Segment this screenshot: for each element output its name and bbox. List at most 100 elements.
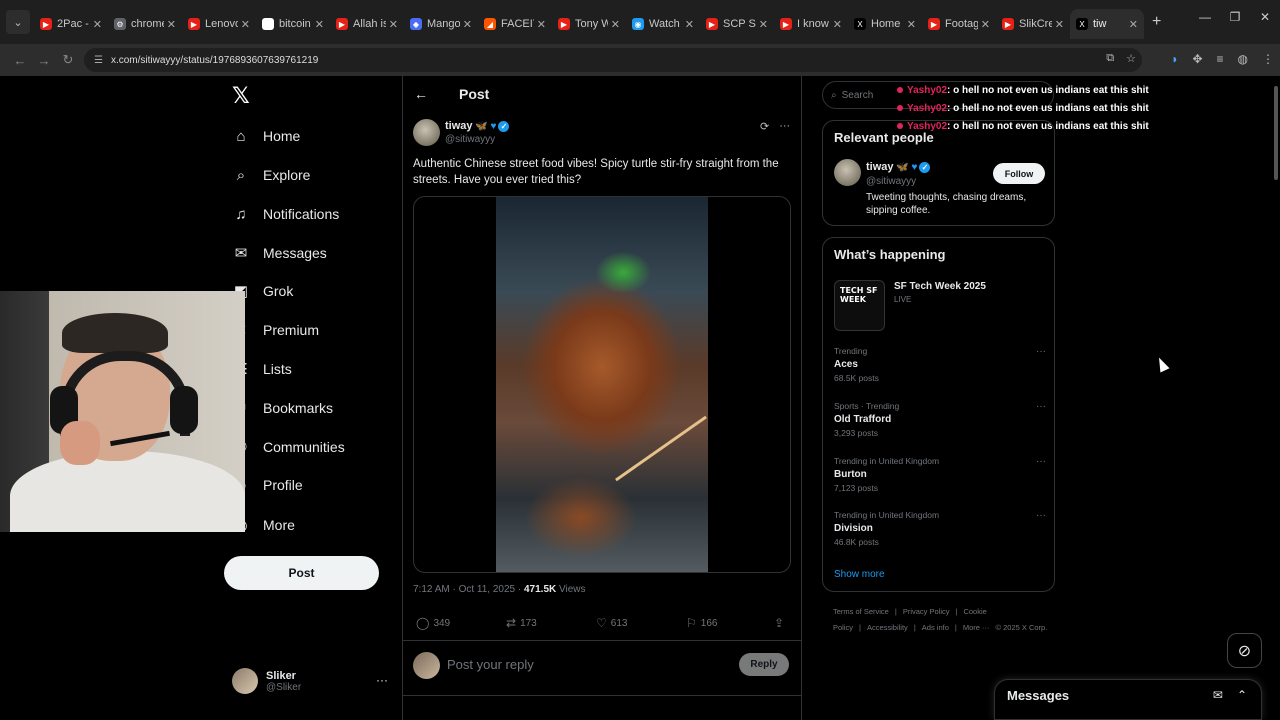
tab-close-icon[interactable]: ✕ bbox=[907, 18, 916, 31]
relevant-handle[interactable]: @sitiwayyy bbox=[866, 176, 916, 187]
footer-link[interactable]: Terms of Service bbox=[833, 607, 889, 616]
grok-explain-icon[interactable]: ⟳ bbox=[760, 120, 769, 133]
back-arrow-icon[interactable]: ← bbox=[414, 86, 428, 102]
bookmark-action[interactable]: ⚐ 166 bbox=[686, 616, 717, 630]
new-tab-button[interactable]: + bbox=[1152, 13, 1161, 31]
relevant-avatar[interactable] bbox=[834, 159, 861, 186]
trend-item[interactable]: Trending in United Kingdom Division 46.8K … bbox=[834, 510, 1046, 547]
tab-close-icon[interactable]: ✕ bbox=[389, 18, 398, 31]
trend-more-icon[interactable]: ··· bbox=[1036, 401, 1046, 412]
menu-icon[interactable]: ⋮ bbox=[1262, 52, 1274, 66]
account-more-icon[interactable]: ··· bbox=[376, 673, 388, 687]
browser-tab[interactable]: ▶ 2Pac - ✕ bbox=[34, 9, 108, 39]
footer-link[interactable]: Ads info bbox=[922, 623, 949, 632]
nav-item-premium[interactable]: ✕Premium bbox=[232, 321, 319, 339]
footer-link[interactable]: More ··· bbox=[963, 623, 990, 632]
tab-close-icon[interactable]: ✕ bbox=[241, 18, 250, 31]
like-action[interactable]: ♡ 613 bbox=[596, 616, 627, 630]
browser-tab[interactable]: X Home ✕ bbox=[848, 9, 922, 39]
trend-item[interactable]: Sports · Trending Old Trafford 3,293 posts… bbox=[834, 401, 1046, 438]
tab-close-icon[interactable]: ✕ bbox=[1055, 18, 1064, 31]
repost-action[interactable]: ⇄ 173 bbox=[506, 616, 537, 630]
expand-icon[interactable]: ⌃ bbox=[1237, 688, 1247, 702]
food-video[interactable] bbox=[496, 197, 708, 572]
trend-more-icon[interactable]: ··· bbox=[1036, 510, 1046, 521]
tab-close-icon[interactable]: ✕ bbox=[611, 18, 620, 31]
footer-link[interactable]: Privacy Policy bbox=[903, 607, 950, 616]
trend-item[interactable]: Trending in United Kingdom Burton 7,123 po… bbox=[834, 456, 1046, 493]
tab-close-icon[interactable]: ✕ bbox=[981, 18, 990, 31]
browser-tab[interactable]: ▶ Footag ✕ bbox=[922, 9, 996, 39]
trend-more-icon[interactable]: ··· bbox=[1036, 346, 1046, 357]
grok-icon[interactable]: ⊘ bbox=[1227, 633, 1262, 668]
x-logo-icon[interactable]: 𝕏 bbox=[232, 84, 250, 109]
author-avatar[interactable] bbox=[413, 119, 440, 146]
profile-icon[interactable]: ◍ bbox=[1238, 52, 1248, 66]
browser-tab[interactable]: ▶ SCP SE✕ bbox=[700, 9, 774, 39]
browser-tab[interactable]: ◉ Watch ✕ bbox=[626, 9, 700, 39]
nav-item-messages[interactable]: ✉ Messages bbox=[232, 244, 327, 262]
back-nav-icon[interactable]: ← bbox=[8, 53, 32, 68]
nav-item-home[interactable]: ⌂ Home bbox=[232, 127, 300, 145]
tab-close-icon[interactable]: ✕ bbox=[685, 18, 694, 31]
follow-button[interactable]: Follow bbox=[993, 163, 1045, 184]
tab-close-icon[interactable]: ✕ bbox=[537, 18, 546, 31]
minimize-icon[interactable]: — bbox=[1190, 0, 1220, 34]
author-name[interactable]: tiway 🦋 ♥ ✓ bbox=[445, 120, 510, 132]
browser-tab[interactable]: Xtiw ✕ bbox=[1070, 9, 1144, 39]
tab-close-icon[interactable]: ✕ bbox=[93, 18, 102, 31]
footer-link[interactable]: © 2025 X Corp. bbox=[996, 623, 1048, 632]
restore-icon[interactable]: ❐ bbox=[1220, 0, 1250, 34]
tab-close-icon[interactable]: ✕ bbox=[463, 18, 472, 31]
media-controls-icon[interactable]: ≡ bbox=[1217, 52, 1224, 66]
browser-tab[interactable]: Gbitcoin ✕ bbox=[256, 9, 330, 39]
media-icon[interactable]: ◗ bbox=[1171, 52, 1178, 66]
page-scrollbar[interactable] bbox=[1274, 86, 1278, 180]
tab-search-dropdown[interactable]: ⌄ bbox=[6, 10, 30, 34]
author-handle[interactable]: @sitiwayyy bbox=[445, 134, 509, 145]
reply-input[interactable]: Post your reply bbox=[447, 657, 534, 672]
reply-button[interactable]: Reply bbox=[739, 653, 789, 676]
tab-close-icon[interactable]: ✕ bbox=[1129, 18, 1138, 31]
tab-close-icon[interactable]: ✕ bbox=[759, 18, 768, 31]
tab-close-icon[interactable]: ✕ bbox=[315, 18, 324, 31]
browser-tab[interactable]: ▶ I know ✕ bbox=[774, 9, 848, 39]
install-app-icon[interactable]: ⧉ bbox=[1106, 52, 1114, 65]
show-more-link[interactable]: Show more bbox=[834, 569, 885, 580]
tab-close-icon[interactable]: ✕ bbox=[167, 18, 176, 31]
event-image[interactable]: TECH SF WEEK bbox=[834, 280, 885, 331]
nav-item-bookmarks[interactable]: ⚑Bookmarks bbox=[232, 399, 333, 417]
nav-item-explore[interactable]: ⌕ Explore bbox=[232, 166, 311, 184]
url-bar[interactable]: ☰ x.com/sitiwayyy/status/197689360763976… bbox=[84, 48, 1142, 72]
trend-item[interactable]: Trending Aces 68.5K posts ··· bbox=[834, 346, 1046, 383]
nav-item-communities[interactable]: ⚇Communities bbox=[232, 438, 344, 456]
relevant-name[interactable]: tiway 🦋 ♥ ✓ bbox=[866, 161, 931, 173]
post-media[interactable] bbox=[413, 196, 791, 573]
post-timestamp[interactable]: 7:12 AM · Oct 11, 2025 · bbox=[413, 584, 524, 595]
url-text[interactable]: x.com/sitiwayyy/status/19768936076397612… bbox=[111, 55, 318, 66]
close-window-icon[interactable]: ✕ bbox=[1250, 0, 1280, 34]
share-action[interactable]: ⇪ bbox=[774, 616, 788, 630]
browser-tab[interactable]: ▶ SlikCre ✕ bbox=[996, 9, 1070, 39]
account-switcher[interactable]: Sliker @Sliker bbox=[232, 668, 301, 694]
browser-tab[interactable]: ⚙ chrome✕ bbox=[108, 9, 182, 39]
bookmark-star-icon[interactable]: ☆ bbox=[1126, 52, 1136, 65]
reload-icon[interactable]: ↻ bbox=[56, 52, 80, 68]
tab-close-icon[interactable]: ✕ bbox=[833, 18, 842, 31]
browser-tab[interactable]: ▶ Tony W ✕ bbox=[552, 9, 626, 39]
post-more-icon[interactable]: ··· bbox=[779, 120, 790, 133]
post-author[interactable]: tiway 🦋 ♥ ✓ @sitiwayyy bbox=[413, 119, 510, 146]
trend-more-icon[interactable]: ··· bbox=[1036, 456, 1046, 467]
compose-post-button[interactable]: Post bbox=[224, 556, 379, 590]
event-title[interactable]: SF Tech Week 2025 bbox=[894, 281, 986, 292]
browser-tab[interactable]: ▶ Lenovo ✕ bbox=[182, 9, 256, 39]
browser-tab[interactable]: ◢ FACEIT✕ bbox=[478, 9, 552, 39]
footer-link[interactable]: Accessibility bbox=[867, 623, 908, 632]
extensions-icon[interactable]: ✥ bbox=[1192, 52, 1202, 66]
browser-tab[interactable]: ▶ Allah is ✕ bbox=[330, 9, 404, 39]
site-info-icon[interactable]: ☰ bbox=[94, 55, 103, 66]
reply-action[interactable]: ◯ 349 bbox=[416, 616, 450, 630]
messages-drawer[interactable]: Messages ✉ ⌃ bbox=[994, 679, 1262, 720]
nav-item-notifications[interactable]: ♫ Notifications bbox=[232, 205, 339, 223]
forward-nav-icon[interactable]: → bbox=[32, 53, 56, 68]
